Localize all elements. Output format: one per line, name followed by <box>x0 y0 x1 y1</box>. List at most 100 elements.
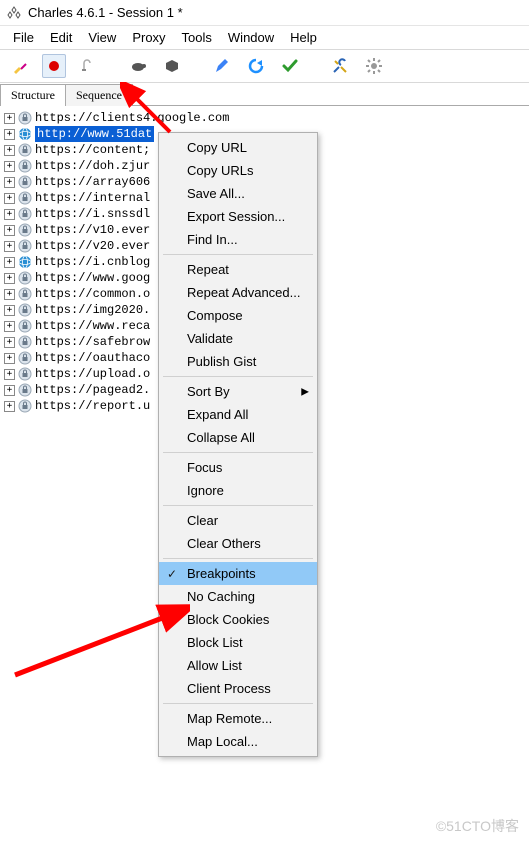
turtle-icon[interactable] <box>126 54 150 78</box>
expander-icon[interactable]: + <box>4 225 15 236</box>
pencil-icon[interactable] <box>210 54 234 78</box>
context-menu-label: Save All... <box>187 186 245 201</box>
context-menu-item[interactable]: Sort By▶ <box>159 380 317 403</box>
expander-icon[interactable]: + <box>4 145 15 156</box>
context-menu-item[interactable]: Copy URL <box>159 136 317 159</box>
context-menu-item[interactable]: Client Process <box>159 677 317 700</box>
context-menu-label: Expand All <box>187 407 248 422</box>
hexagon-icon[interactable] <box>160 54 184 78</box>
context-menu-label: Ignore <box>187 483 224 498</box>
chevron-right-icon: ▶ <box>301 386 309 397</box>
gear-icon[interactable] <box>362 54 386 78</box>
expander-icon[interactable]: + <box>4 113 15 124</box>
context-menu-item[interactable]: Map Local... <box>159 730 317 753</box>
menu-tools[interactable]: Tools <box>175 28 219 47</box>
menu-file[interactable]: File <box>6 28 41 47</box>
globe-icon <box>18 255 32 269</box>
menu-window[interactable]: Window <box>221 28 281 47</box>
context-menu-item[interactable]: Export Session... <box>159 205 317 228</box>
expander-icon[interactable]: + <box>4 337 15 348</box>
tree-url: https://internal <box>35 190 150 206</box>
lock-icon <box>18 143 32 157</box>
tab-sequence[interactable]: Sequence <box>65 84 133 106</box>
expander-icon[interactable]: + <box>4 305 15 316</box>
context-menu-label: Allow List <box>187 658 242 673</box>
tree-url: https://clients4.google.com <box>35 110 229 126</box>
context-menu-item[interactable]: Block Cookies <box>159 608 317 631</box>
tree-url: https://safebrow <box>35 334 150 350</box>
context-menu-item[interactable]: Publish Gist <box>159 350 317 373</box>
lock-icon <box>18 287 32 301</box>
expander-icon[interactable]: + <box>4 257 15 268</box>
tree-url: https://oauthaco <box>35 350 150 366</box>
check-icon[interactable] <box>278 54 302 78</box>
context-menu-label: Validate <box>187 331 233 346</box>
app-icon <box>6 5 22 21</box>
context-menu-label: Focus <box>187 460 222 475</box>
context-menu-label: Publish Gist <box>187 354 256 369</box>
expander-icon[interactable]: + <box>4 177 15 188</box>
tab-structure[interactable]: Structure <box>0 84 66 106</box>
context-menu-item[interactable]: Clear <box>159 509 317 532</box>
context-menu-item[interactable]: Repeat Advanced... <box>159 281 317 304</box>
context-menu-item[interactable]: Copy URLs <box>159 159 317 182</box>
tabs: Structure Sequence <box>0 83 529 106</box>
expander-icon[interactable]: + <box>4 193 15 204</box>
titlebar: Charles 4.6.1 - Session 1 * <box>0 0 529 26</box>
context-menu-item[interactable]: Validate <box>159 327 317 350</box>
broom-icon[interactable] <box>8 54 32 78</box>
expander-icon[interactable]: + <box>4 273 15 284</box>
expander-icon[interactable]: + <box>4 241 15 252</box>
lock-icon <box>18 175 32 189</box>
menu-proxy[interactable]: Proxy <box>125 28 172 47</box>
expander-icon[interactable]: + <box>4 401 15 412</box>
context-menu-item[interactable]: ✓Breakpoints <box>159 562 317 585</box>
check-icon: ✓ <box>167 567 177 581</box>
expander-icon[interactable]: + <box>4 353 15 364</box>
expander-icon[interactable]: + <box>4 289 15 300</box>
context-menu-item[interactable]: Find In... <box>159 228 317 251</box>
tree-url: https://upload.o <box>35 366 150 382</box>
expander-icon[interactable]: + <box>4 129 15 140</box>
context-menu-item[interactable]: Collapse All <box>159 426 317 449</box>
context-menu-separator <box>163 452 313 453</box>
context-menu-item[interactable]: Expand All <box>159 403 317 426</box>
context-menu-item[interactable]: Repeat <box>159 258 317 281</box>
tree-url: https://v20.ever <box>35 238 150 254</box>
context-menu-item[interactable]: Block List <box>159 631 317 654</box>
menu-edit[interactable]: Edit <box>43 28 79 47</box>
context-menu-item[interactable]: Clear Others <box>159 532 317 555</box>
context-menu-item[interactable]: Focus <box>159 456 317 479</box>
context-menu-label: Block List <box>187 635 243 650</box>
refresh-icon[interactable] <box>244 54 268 78</box>
window-title: Charles 4.6.1 - Session 1 * <box>28 5 183 20</box>
globe-icon <box>18 127 32 141</box>
record-icon[interactable] <box>42 54 66 78</box>
expander-icon[interactable]: + <box>4 385 15 396</box>
expander-icon[interactable]: + <box>4 209 15 220</box>
lock-icon <box>18 271 32 285</box>
context-menu-item[interactable]: No Caching <box>159 585 317 608</box>
menu-help[interactable]: Help <box>283 28 324 47</box>
context-menu-label: Block Cookies <box>187 612 269 627</box>
tree-row[interactable]: + https://clients4.google.com <box>2 110 527 126</box>
lock-icon <box>18 111 32 125</box>
expander-icon[interactable]: + <box>4 369 15 380</box>
tools-icon[interactable] <box>328 54 352 78</box>
expander-icon[interactable]: + <box>4 321 15 332</box>
throttle-icon[interactable] <box>76 54 100 78</box>
context-menu-item[interactable]: Allow List <box>159 654 317 677</box>
tree-url: https://img2020. <box>35 302 150 318</box>
toolbar <box>0 49 529 83</box>
tree-url: https://report.u <box>35 398 150 414</box>
context-menu-separator <box>163 254 313 255</box>
context-menu-label: Client Process <box>187 681 271 696</box>
expander-icon[interactable]: + <box>4 161 15 172</box>
lock-icon <box>18 223 32 237</box>
context-menu-item[interactable]: Save All... <box>159 182 317 205</box>
context-menu-item[interactable]: Map Remote... <box>159 707 317 730</box>
context-menu-label: Copy URLs <box>187 163 253 178</box>
context-menu-item[interactable]: Compose <box>159 304 317 327</box>
menu-view[interactable]: View <box>81 28 123 47</box>
context-menu-item[interactable]: Ignore <box>159 479 317 502</box>
